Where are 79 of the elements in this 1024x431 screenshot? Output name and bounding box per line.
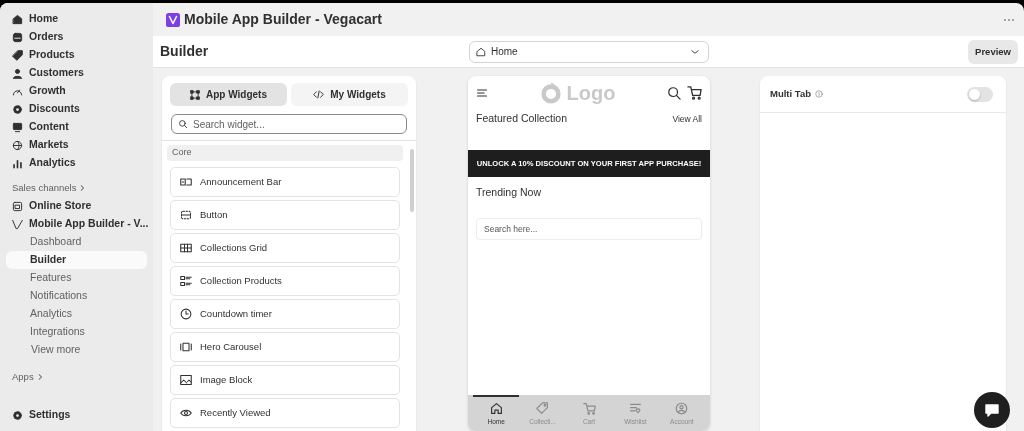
- nav-item[interactable]: Content: [6, 118, 147, 136]
- app-title: Mobile App Builder - Vegacart: [184, 10, 382, 30]
- info-icon: [815, 90, 823, 98]
- logo-mark-icon: [539, 81, 562, 104]
- nav-item[interactable]: Markets: [6, 136, 147, 154]
- search-icon: [178, 119, 188, 129]
- view-more-link[interactable]: View more: [6, 341, 147, 359]
- home-icon: [476, 46, 486, 57]
- page-title: Builder: [160, 42, 210, 62]
- tag-icon: [12, 49, 23, 61]
- nav-item[interactable]: Analytics: [6, 154, 147, 172]
- eye-icon: [180, 407, 192, 419]
- globe-icon: [12, 139, 23, 151]
- section-title: Featured Collection: [476, 111, 568, 126]
- chat-bubble-icon: [984, 402, 1000, 418]
- user-circle-icon: [675, 401, 689, 415]
- nav-subitem[interactable]: Features: [6, 269, 147, 287]
- bar-chart-icon: [12, 157, 23, 169]
- v-logo-icon: [12, 218, 23, 230]
- section-title: Trending Now: [475, 185, 542, 201]
- nav-item[interactable]: Orders: [6, 28, 147, 46]
- menu-icon: [476, 86, 488, 99]
- dashed-rectangle-icon: [180, 209, 192, 221]
- panel-title: Multi Tab: [770, 86, 811, 101]
- home-icon: [12, 13, 23, 25]
- view-all-link[interactable]: View All: [672, 112, 702, 126]
- nav-item[interactable]: Discounts: [6, 100, 147, 118]
- nav-item[interactable]: Products: [6, 46, 147, 64]
- nav-subitem[interactable]: Dashboard: [6, 233, 147, 251]
- person-icon: [12, 67, 23, 79]
- nav-subitem[interactable]: Integrations: [6, 323, 147, 341]
- nav-subitem[interactable]: Notifications: [6, 287, 147, 305]
- cart-icon: [687, 85, 702, 100]
- clock-icon: [180, 308, 192, 320]
- monitor-icon: [12, 121, 23, 133]
- widget-tab[interactable]: My Widgets: [291, 83, 408, 106]
- nav-item[interactable]: Home: [6, 10, 147, 28]
- widget-item[interactable]: Button: [170, 200, 400, 230]
- widget-item[interactable]: Announcement Bar: [170, 167, 400, 197]
- image-icon: [180, 374, 192, 386]
- tag-icon: [536, 401, 550, 415]
- search-icon: [667, 85, 681, 100]
- announcement-bar-icon: [180, 176, 192, 188]
- nav-subitem[interactable]: Analytics: [6, 305, 147, 323]
- chevron-right-icon: [79, 184, 86, 192]
- widget-item[interactable]: Image Block: [170, 365, 400, 395]
- settings-item[interactable]: Settings: [6, 406, 147, 424]
- nav-subitem[interactable]: Builder: [6, 251, 147, 269]
- widget-item[interactable]: Collections Grid: [170, 233, 400, 263]
- carousel-icon: [180, 341, 192, 353]
- nav-item[interactable]: Customers: [6, 64, 147, 82]
- grid-icon: [180, 242, 192, 254]
- app-logo-icon: [166, 12, 180, 27]
- search-field[interactable]: Search widget...: [171, 114, 407, 134]
- gear-icon: [12, 409, 23, 421]
- page-select[interactable]: Home: [469, 40, 709, 63]
- scrollbar-thumb[interactable]: [410, 149, 414, 212]
- preview-button[interactable]: Preview: [968, 39, 1018, 64]
- inbox-icon: [12, 31, 23, 43]
- section-heading[interactable]: Sales channels: [6, 179, 147, 197]
- section-heading[interactable]: Apps: [6, 368, 147, 386]
- widget-item[interactable]: Collection Products: [170, 266, 400, 296]
- gear-icon: [12, 103, 23, 115]
- code-icon: [313, 89, 325, 100]
- home-icon: [489, 401, 503, 415]
- nodes-icon: [190, 89, 200, 100]
- nav-item[interactable]: Mobile App Builder - V...: [6, 215, 147, 233]
- widget-item[interactable]: Hero Carousel: [170, 332, 400, 362]
- nav-item[interactable]: Growth: [6, 82, 147, 100]
- toggle-switch[interactable]: [967, 86, 993, 102]
- widget-tab[interactable]: App Widgets: [170, 83, 287, 106]
- cart-icon: [582, 401, 596, 415]
- heart-list-icon: [628, 401, 642, 415]
- widget-item[interactable]: Recently Viewed: [170, 398, 400, 428]
- nav-item[interactable]: Online Store: [6, 197, 147, 215]
- group-heading: Core: [167, 145, 403, 161]
- widget-item[interactable]: Countdown timer: [170, 299, 400, 329]
- chevron-right-icon: [36, 373, 43, 381]
- list-icon: [180, 275, 192, 287]
